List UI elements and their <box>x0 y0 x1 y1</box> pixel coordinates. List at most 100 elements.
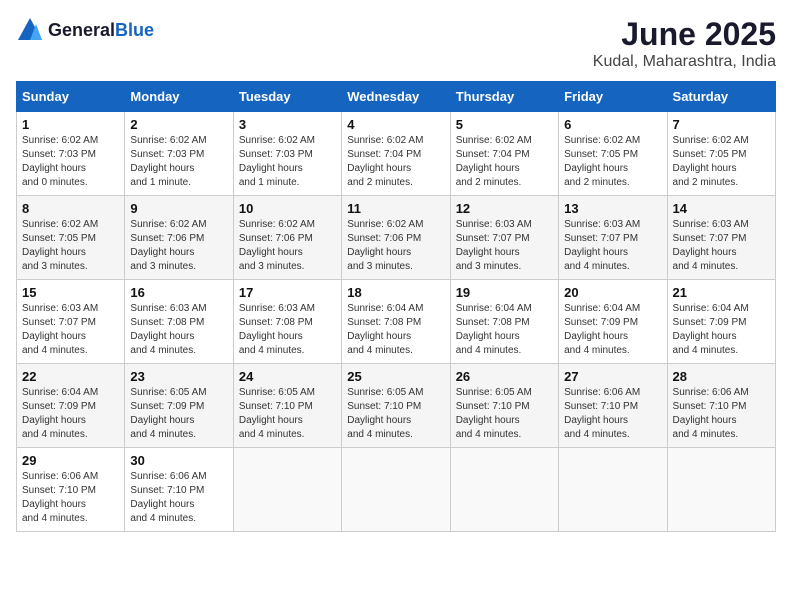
table-row: 16 Sunrise: 6:03 AMSunset: 7:08 PMDaylig… <box>125 280 233 364</box>
day-number: 24 <box>239 369 336 384</box>
col-sunday: Sunday <box>17 82 125 112</box>
col-tuesday: Tuesday <box>233 82 341 112</box>
day-info: Sunrise: 6:06 AMSunset: 7:10 PMDaylight … <box>673 387 749 440</box>
day-info: Sunrise: 6:04 AMSunset: 7:09 PMDaylight … <box>22 387 98 440</box>
day-info: Sunrise: 6:02 AMSunset: 7:05 PMDaylight … <box>673 135 749 188</box>
logo-general: General <box>48 20 115 40</box>
day-info: Sunrise: 6:06 AMSunset: 7:10 PMDaylight … <box>130 471 206 524</box>
day-number: 9 <box>130 201 227 216</box>
day-info: Sunrise: 6:04 AMSunset: 7:09 PMDaylight … <box>564 303 640 356</box>
table-row: 12 Sunrise: 6:03 AMSunset: 7:07 PMDaylig… <box>450 196 558 280</box>
logo-text: GeneralBlue <box>48 20 154 41</box>
table-row: 22 Sunrise: 6:04 AMSunset: 7:09 PMDaylig… <box>17 364 125 448</box>
table-row: 26 Sunrise: 6:05 AMSunset: 7:10 PMDaylig… <box>450 364 558 448</box>
day-number: 18 <box>347 285 444 300</box>
table-row: 10 Sunrise: 6:02 AMSunset: 7:06 PMDaylig… <box>233 196 341 280</box>
logo-icon <box>16 16 44 44</box>
table-row: 24 Sunrise: 6:05 AMSunset: 7:10 PMDaylig… <box>233 364 341 448</box>
logo-blue: Blue <box>115 20 154 40</box>
table-row: 2 Sunrise: 6:02 AMSunset: 7:03 PMDayligh… <box>125 112 233 196</box>
day-info: Sunrise: 6:02 AMSunset: 7:03 PMDaylight … <box>239 135 315 188</box>
day-info: Sunrise: 6:04 AMSunset: 7:09 PMDaylight … <box>673 303 749 356</box>
location-title: Kudal, Maharashtra, India <box>593 53 776 71</box>
day-number: 29 <box>22 453 119 468</box>
day-number: 26 <box>456 369 553 384</box>
day-info: Sunrise: 6:06 AMSunset: 7:10 PMDaylight … <box>22 471 98 524</box>
day-info: Sunrise: 6:02 AMSunset: 7:05 PMDaylight … <box>22 219 98 272</box>
day-info: Sunrise: 6:03 AMSunset: 7:08 PMDaylight … <box>130 303 206 356</box>
day-info: Sunrise: 6:04 AMSunset: 7:08 PMDaylight … <box>347 303 423 356</box>
col-saturday: Saturday <box>667 82 775 112</box>
day-info: Sunrise: 6:02 AMSunset: 7:03 PMDaylight … <box>130 135 206 188</box>
col-friday: Friday <box>559 82 667 112</box>
month-title: June 2025 <box>593 16 776 53</box>
table-row: 28 Sunrise: 6:06 AMSunset: 7:10 PMDaylig… <box>667 364 775 448</box>
table-row: 15 Sunrise: 6:03 AMSunset: 7:07 PMDaylig… <box>17 280 125 364</box>
table-row: 19 Sunrise: 6:04 AMSunset: 7:08 PMDaylig… <box>450 280 558 364</box>
calendar-table: Sunday Monday Tuesday Wednesday Thursday… <box>16 81 776 532</box>
table-row: 5 Sunrise: 6:02 AMSunset: 7:04 PMDayligh… <box>450 112 558 196</box>
day-number: 8 <box>22 201 119 216</box>
day-number: 19 <box>456 285 553 300</box>
col-monday: Monday <box>125 82 233 112</box>
day-info: Sunrise: 6:02 AMSunset: 7:03 PMDaylight … <box>22 135 98 188</box>
table-row: 27 Sunrise: 6:06 AMSunset: 7:10 PMDaylig… <box>559 364 667 448</box>
table-row: 30 Sunrise: 6:06 AMSunset: 7:10 PMDaylig… <box>125 448 233 532</box>
day-number: 14 <box>673 201 770 216</box>
day-number: 10 <box>239 201 336 216</box>
col-thursday: Thursday <box>450 82 558 112</box>
table-row <box>233 448 341 532</box>
day-number: 30 <box>130 453 227 468</box>
day-number: 21 <box>673 285 770 300</box>
day-info: Sunrise: 6:04 AMSunset: 7:08 PMDaylight … <box>456 303 532 356</box>
day-number: 17 <box>239 285 336 300</box>
table-row: 20 Sunrise: 6:04 AMSunset: 7:09 PMDaylig… <box>559 280 667 364</box>
day-number: 13 <box>564 201 661 216</box>
table-row: 13 Sunrise: 6:03 AMSunset: 7:07 PMDaylig… <box>559 196 667 280</box>
day-number: 2 <box>130 117 227 132</box>
day-info: Sunrise: 6:02 AMSunset: 7:04 PMDaylight … <box>456 135 532 188</box>
table-row <box>667 448 775 532</box>
day-number: 6 <box>564 117 661 132</box>
table-row: 7 Sunrise: 6:02 AMSunset: 7:05 PMDayligh… <box>667 112 775 196</box>
day-info: Sunrise: 6:02 AMSunset: 7:06 PMDaylight … <box>239 219 315 272</box>
day-info: Sunrise: 6:03 AMSunset: 7:07 PMDaylight … <box>22 303 98 356</box>
day-info: Sunrise: 6:05 AMSunset: 7:10 PMDaylight … <box>347 387 423 440</box>
table-row <box>342 448 450 532</box>
day-number: 15 <box>22 285 119 300</box>
day-info: Sunrise: 6:06 AMSunset: 7:10 PMDaylight … <box>564 387 640 440</box>
table-row: 3 Sunrise: 6:02 AMSunset: 7:03 PMDayligh… <box>233 112 341 196</box>
table-row: 9 Sunrise: 6:02 AMSunset: 7:06 PMDayligh… <box>125 196 233 280</box>
table-row: 18 Sunrise: 6:04 AMSunset: 7:08 PMDaylig… <box>342 280 450 364</box>
day-number: 23 <box>130 369 227 384</box>
day-info: Sunrise: 6:02 AMSunset: 7:05 PMDaylight … <box>564 135 640 188</box>
day-info: Sunrise: 6:05 AMSunset: 7:09 PMDaylight … <box>130 387 206 440</box>
table-row: 25 Sunrise: 6:05 AMSunset: 7:10 PMDaylig… <box>342 364 450 448</box>
col-wednesday: Wednesday <box>342 82 450 112</box>
day-info: Sunrise: 6:05 AMSunset: 7:10 PMDaylight … <box>456 387 532 440</box>
table-row: 6 Sunrise: 6:02 AMSunset: 7:05 PMDayligh… <box>559 112 667 196</box>
table-row: 17 Sunrise: 6:03 AMSunset: 7:08 PMDaylig… <box>233 280 341 364</box>
day-info: Sunrise: 6:05 AMSunset: 7:10 PMDaylight … <box>239 387 315 440</box>
table-row: 23 Sunrise: 6:05 AMSunset: 7:09 PMDaylig… <box>125 364 233 448</box>
day-number: 4 <box>347 117 444 132</box>
day-number: 11 <box>347 201 444 216</box>
day-number: 25 <box>347 369 444 384</box>
logo: GeneralBlue <box>16 16 154 44</box>
day-number: 16 <box>130 285 227 300</box>
day-number: 3 <box>239 117 336 132</box>
table-row: 1 Sunrise: 6:02 AMSunset: 7:03 PMDayligh… <box>17 112 125 196</box>
day-number: 20 <box>564 285 661 300</box>
day-number: 12 <box>456 201 553 216</box>
day-info: Sunrise: 6:02 AMSunset: 7:04 PMDaylight … <box>347 135 423 188</box>
day-number: 1 <box>22 117 119 132</box>
day-info: Sunrise: 6:03 AMSunset: 7:07 PMDaylight … <box>564 219 640 272</box>
table-row: 4 Sunrise: 6:02 AMSunset: 7:04 PMDayligh… <box>342 112 450 196</box>
day-info: Sunrise: 6:03 AMSunset: 7:08 PMDaylight … <box>239 303 315 356</box>
page-header: GeneralBlue June 2025 Kudal, Maharashtra… <box>16 16 776 71</box>
day-info: Sunrise: 6:03 AMSunset: 7:07 PMDaylight … <box>673 219 749 272</box>
table-row: 14 Sunrise: 6:03 AMSunset: 7:07 PMDaylig… <box>667 196 775 280</box>
day-number: 5 <box>456 117 553 132</box>
day-info: Sunrise: 6:03 AMSunset: 7:07 PMDaylight … <box>456 219 532 272</box>
table-row: 11 Sunrise: 6:02 AMSunset: 7:06 PMDaylig… <box>342 196 450 280</box>
